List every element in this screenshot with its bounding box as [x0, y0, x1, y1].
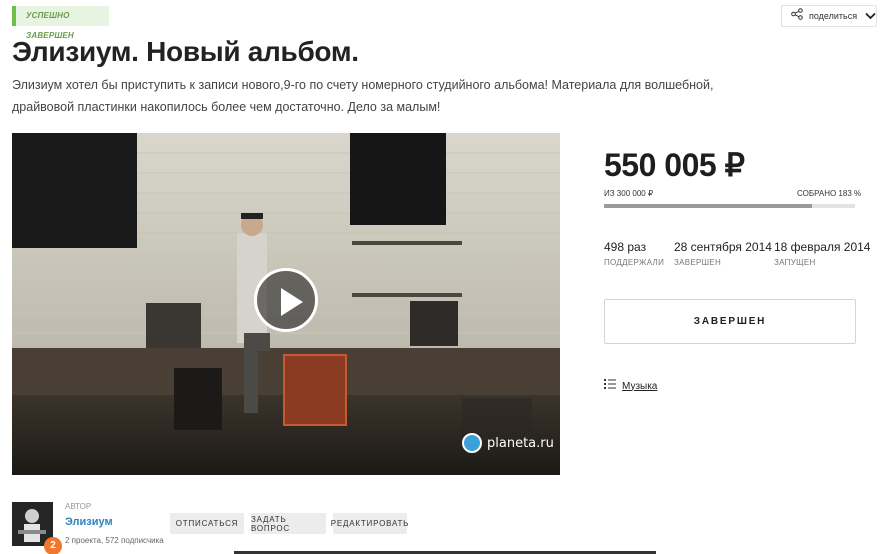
share-button[interactable]: поделиться — [781, 5, 877, 27]
project-description: Элизиум хотел бы приступить к записи нов… — [12, 78, 714, 114]
projects-count-badge: 2 — [44, 537, 62, 554]
planeta-watermark: planeta.ru — [462, 433, 554, 453]
author-stats: 2 проекта, 572 подписчика — [65, 536, 164, 545]
author-heading: АВТОР — [65, 502, 92, 511]
stat-value: 18 февраля 2014 — [774, 240, 871, 254]
stat-value: 28 сентября 2014 — [674, 240, 772, 254]
category-link[interactable]: Музыка — [604, 377, 657, 395]
play-icon[interactable] — [254, 268, 318, 332]
stat-value: 498 раз — [604, 240, 647, 254]
status-badge: УСПЕШНО ЗАВЕРШЕН — [12, 6, 109, 40]
chevron-down-icon — [865, 7, 876, 25]
progress-bar — [604, 204, 855, 208]
stat-launched-date: 18 февраля 2014 ЗАПУЩЕН — [774, 240, 870, 267]
progress-fill — [604, 204, 813, 208]
stat-label: ЗАВЕРШЕН — [674, 258, 722, 267]
collected-percent: СОБРАНО 183 % — [797, 189, 862, 198]
finished-button[interactable]: ЗАВЕРШЕН — [604, 299, 856, 344]
edit-button[interactable]: РЕДАКТИРОВАТЬ — [331, 513, 408, 534]
category-label: Музыка — [622, 380, 658, 392]
stat-finished-date: 28 сентября 2014 ЗАВЕРШЕН — [674, 240, 772, 267]
unsubscribe-button[interactable]: ОТПИСАТЬСЯ — [170, 513, 244, 534]
ask-question-button[interactable]: ЗАДАТЬ ВОПРОС — [251, 513, 326, 534]
share-icon — [791, 7, 803, 25]
stat-label: ЗАПУЩЕН — [774, 258, 816, 267]
page-title: Элизиум. Новый альбом. — [12, 36, 359, 67]
planeta-logo-icon — [462, 433, 482, 453]
video-player[interactable]: planeta.ru — [12, 133, 560, 475]
author-name-link[interactable]: Элизиум — [65, 516, 113, 528]
stat-backers: 498 раз ПОДДЕРЖАЛИ — [604, 240, 664, 267]
stat-label: ПОДДЕРЖАЛИ — [604, 258, 665, 267]
collected-amount: 550 005 ₽ — [604, 147, 745, 183]
list-icon — [604, 377, 616, 395]
watermark-text: planeta.ru — [487, 435, 554, 451]
goal-label: ИЗ 300 000 ₽ — [604, 189, 654, 198]
share-label: поделиться — [809, 11, 858, 21]
